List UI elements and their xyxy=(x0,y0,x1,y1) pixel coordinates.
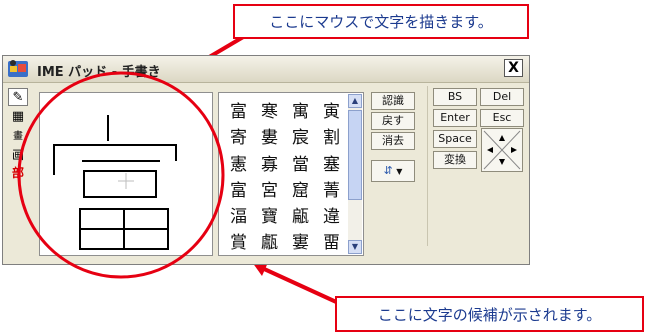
candidate-char[interactable]: 甗 xyxy=(254,228,285,254)
candidate-char[interactable]: 窟 xyxy=(285,176,316,202)
candidate-char[interactable]: 富 xyxy=(223,97,254,123)
ime-pad-window: IME パッド - 手書き X ✎ ▦ 畫 画 部 富寒寓寅寄婁宸割憲寡當塞富宮… xyxy=(2,55,530,265)
candidate-char[interactable]: 宮 xyxy=(254,176,285,202)
stroke-count-icon[interactable]: 画 xyxy=(8,146,28,164)
candidate-char[interactable]: 當 xyxy=(285,150,316,176)
switch-mode-button[interactable]: ⇵ ▼ xyxy=(371,160,415,182)
candidate-char[interactable]: 塞 xyxy=(316,150,347,176)
candidate-scrollbar[interactable]: ▲ ▼ xyxy=(348,94,362,254)
scroll-down-button[interactable]: ▼ xyxy=(348,240,362,254)
candidate-char[interactable]: 甂 xyxy=(285,202,316,228)
candidate-char[interactable]: 婁 xyxy=(254,123,285,149)
candidate-char[interactable]: 畱 xyxy=(316,228,347,254)
arrow-key-pad[interactable] xyxy=(481,128,523,172)
space-button[interactable]: Space xyxy=(433,130,477,148)
candidate-char[interactable]: 憲 xyxy=(223,150,254,176)
candidate-char[interactable]: 寶 xyxy=(254,202,285,228)
candidate-char[interactable]: 寒 xyxy=(254,97,285,123)
candidate-list: 富寒寓寅寄婁宸割憲寡當塞富宮窟菁湢寶甂違賞甗寠畱 ▲ ▼ xyxy=(218,92,364,256)
window-title: IME パッド - 手書き xyxy=(37,65,161,80)
convert-button[interactable]: 変換 xyxy=(433,151,477,169)
mode-toolbar: ✎ ▦ 畫 画 部 xyxy=(8,88,30,208)
candidate-char[interactable]: 寠 xyxy=(285,228,316,254)
candidate-char[interactable]: 寓 xyxy=(285,97,316,123)
handwriting-canvas[interactable] xyxy=(39,92,213,256)
radical-icon[interactable]: 部 xyxy=(8,164,28,182)
divider xyxy=(427,86,428,246)
stroke-count-icon[interactable]: 畫 xyxy=(8,128,28,146)
delete-button[interactable]: Del xyxy=(480,88,524,106)
candidate-char[interactable]: 寄 xyxy=(223,123,254,149)
ime-pad-app-icon xyxy=(8,60,28,77)
clear-button[interactable]: 消去 xyxy=(371,132,415,150)
candidate-char[interactable]: 菁 xyxy=(316,176,347,202)
callout-candidates: ここに文字の候補が示されます。 xyxy=(335,296,644,332)
scroll-up-button[interactable]: ▲ xyxy=(348,94,362,108)
candidate-char[interactable]: 違 xyxy=(316,202,347,228)
pen-icon[interactable]: ✎ xyxy=(8,88,28,106)
enter-button[interactable]: Enter xyxy=(433,109,477,127)
candidate-grid: 富寒寓寅寄婁宸割憲寡當塞富宮窟菁湢寶甂違賞甗寠畱 xyxy=(223,97,347,255)
candidate-char[interactable]: 割 xyxy=(316,123,347,149)
candidate-char[interactable]: 富 xyxy=(223,176,254,202)
candidate-char[interactable]: 賞 xyxy=(223,228,254,254)
grid-icon[interactable]: ▦ xyxy=(8,108,28,126)
backspace-button[interactable]: BS xyxy=(433,88,477,106)
dropdown-arrow-icon: ▼ xyxy=(396,167,403,176)
switch-icon: ⇵ xyxy=(383,164,393,177)
candidate-char[interactable]: 宸 xyxy=(285,123,316,149)
handwritten-stroke xyxy=(53,115,177,250)
recognize-button[interactable]: 認識 xyxy=(371,92,415,110)
candidate-char[interactable]: 寅 xyxy=(316,97,347,123)
escape-button[interactable]: Esc xyxy=(480,109,524,127)
title-bar: IME パッド - 手書き X xyxy=(3,56,529,83)
candidate-char[interactable]: 寡 xyxy=(254,150,285,176)
scroll-thumb[interactable] xyxy=(348,110,362,200)
close-button[interactable]: X xyxy=(504,59,523,77)
candidate-char[interactable]: 湢 xyxy=(223,202,254,228)
arrow-keys-icon xyxy=(483,130,521,170)
callout-draw-here: ここにマウスで文字を描きます。 xyxy=(233,4,529,39)
undo-button[interactable]: 戻す xyxy=(371,112,415,130)
